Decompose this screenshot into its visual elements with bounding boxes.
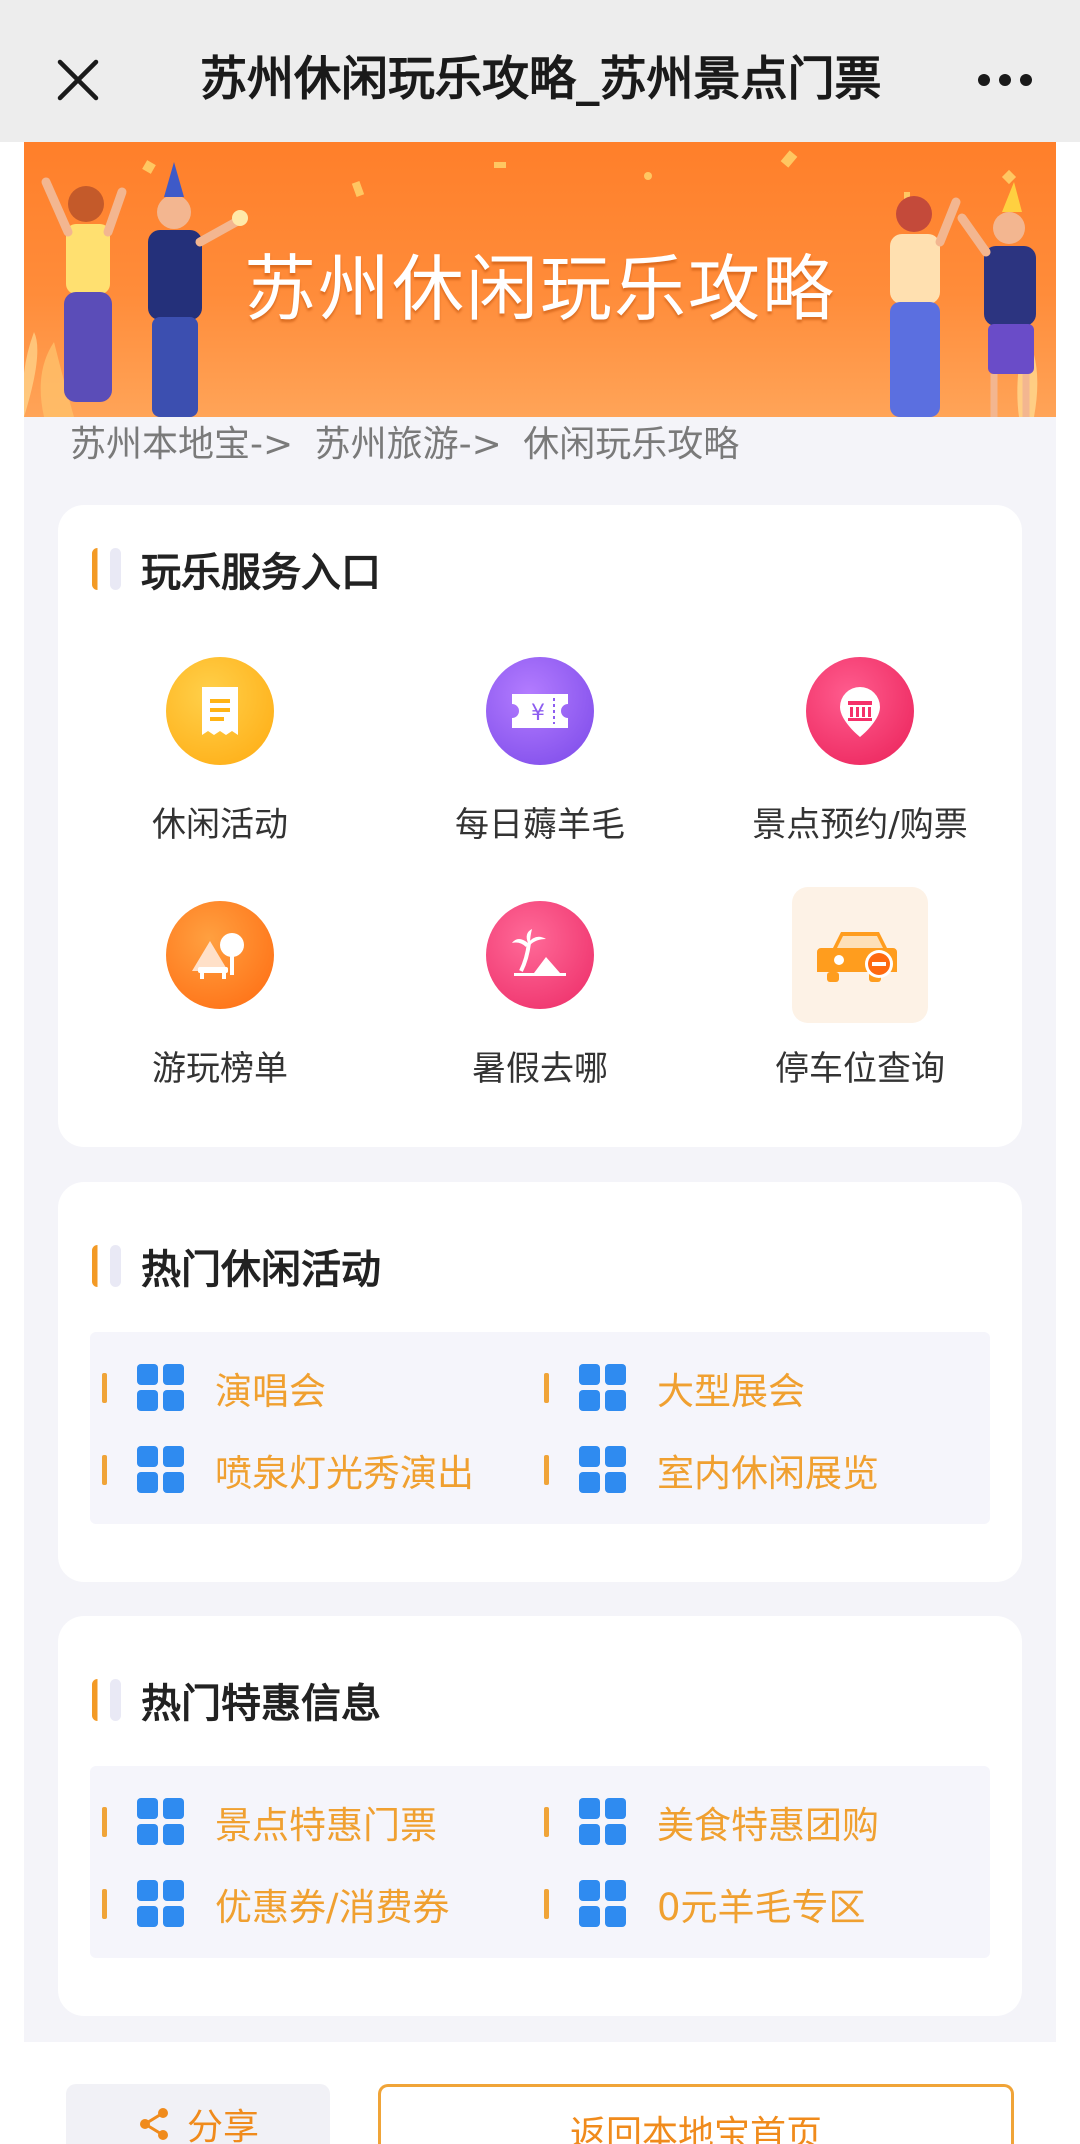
link-label: 室内休闲展览: [657, 1452, 879, 1495]
hot-activities-header: 热门休闲活动: [92, 1238, 381, 1294]
service-label: 暑假去哪: [472, 1049, 608, 1089]
receipt-icon: [202, 687, 238, 735]
breadcrumb-item-local[interactable]: 苏州本地宝->: [70, 424, 293, 465]
service-label: 休闲活动: [152, 805, 288, 845]
service-scenic-booking[interactable]: 景点预约/购票: [700, 657, 1020, 867]
breadcrumb: 苏州本地宝-> 苏州旅游-> 休闲玩乐攻略: [70, 420, 739, 470]
link-coupons[interactable]: 优惠券/消费券: [102, 1874, 449, 1934]
hot-activities-card: 热门休闲活动 演唱会 大型展会 喷泉灯光秀演出 室内休闲展览: [58, 1182, 1022, 1582]
link-indoor-exhibits[interactable]: 室内休闲展览: [544, 1440, 879, 1500]
services-title: 玩乐服务入口: [141, 550, 381, 596]
service-label: 每日薅羊毛: [455, 805, 625, 845]
link-fountain-show[interactable]: 喷泉灯光秀演出: [102, 1440, 474, 1500]
service-label: 景点预约/购票: [752, 805, 968, 845]
hot-deals-card: 热门特惠信息 景点特惠门票 美食特惠团购 优惠券/消费券 0元羊毛专区: [58, 1616, 1022, 2016]
close-icon: [57, 59, 99, 101]
link-label: 美食特惠团购: [657, 1804, 879, 1847]
car-icon: [817, 932, 897, 982]
svg-text:¥: ¥: [531, 701, 545, 726]
link-label: 演唱会: [215, 1370, 326, 1413]
hot-deals-header: 热门特惠信息: [92, 1672, 381, 1728]
link-label: 优惠券/消费券: [215, 1886, 450, 1929]
service-rankings[interactable]: 游玩榜单: [60, 901, 380, 1111]
service-summer-trips[interactable]: 暑假去哪: [380, 901, 700, 1111]
page-title: 苏州休闲玩乐攻略_苏州景点门票: [200, 52, 880, 107]
link-label: 景点特惠门票: [215, 1804, 437, 1847]
hot-deals-links: 景点特惠门票 美食特惠团购 优惠券/消费券 0元羊毛专区: [90, 1766, 990, 1958]
link-food-deals[interactable]: 美食特惠团购: [544, 1792, 879, 1852]
palm-beach-icon: [512, 929, 566, 976]
hero-banner: 苏州休闲玩乐攻略: [24, 142, 1056, 417]
landmark-pin-icon: [840, 687, 880, 737]
section-marker: [92, 548, 121, 590]
link-free-zone[interactable]: 0元羊毛专区: [544, 1874, 866, 1934]
top-nav-bar: 苏州休闲玩乐攻略_苏州景点门票: [0, 0, 1080, 142]
link-label: 喷泉灯光秀演出: [215, 1452, 474, 1495]
park-icon: [192, 933, 244, 979]
grid-icon: [579, 1798, 626, 1845]
hot-activities-title: 热门休闲活动: [141, 1247, 381, 1293]
services-card-header: 玩乐服务入口: [92, 541, 381, 597]
more-button[interactable]: [970, 50, 1040, 110]
link-scenic-tickets[interactable]: 景点特惠门票: [102, 1792, 437, 1852]
section-marker: [92, 1245, 121, 1287]
service-daily-deals[interactable]: ¥ 每日薅羊毛: [380, 657, 700, 867]
share-button[interactable]: 分享: [66, 2084, 330, 2144]
breadcrumb-item-travel[interactable]: 苏州旅游->: [315, 424, 502, 465]
share-icon: [139, 2108, 168, 2140]
hot-activities-links: 演唱会 大型展会 喷泉灯光秀演出 室内休闲展览: [90, 1332, 990, 1524]
grid-icon: [137, 1880, 184, 1927]
banner-title: 苏州休闲玩乐攻略: [243, 247, 836, 331]
home-label: 返回本地宝首页: [569, 2114, 822, 2144]
services-card: 玩乐服务入口 休闲活动 ¥ 每日薅羊毛 景点预约/购票 游玩榜单 暑假去哪 停车…: [58, 505, 1022, 1147]
service-parking-lookup[interactable]: 停车位查询: [700, 887, 1020, 1111]
breadcrumb-item-current: 休闲玩乐攻略: [523, 424, 740, 465]
link-label: 大型展会: [657, 1370, 805, 1413]
grid-icon: [579, 1446, 626, 1493]
service-leisure-activities[interactable]: 休闲活动: [60, 657, 380, 867]
link-exhibitions[interactable]: 大型展会: [544, 1358, 805, 1418]
share-label: 分享: [186, 2107, 259, 2144]
close-button[interactable]: [48, 50, 108, 110]
service-label: 停车位查询: [775, 1049, 945, 1089]
link-concerts[interactable]: 演唱会: [102, 1358, 326, 1418]
grid-icon: [579, 1880, 626, 1927]
hot-deals-title: 热门特惠信息: [141, 1681, 381, 1727]
section-marker: [92, 1679, 121, 1721]
grid-icon: [137, 1446, 184, 1493]
grid-icon: [579, 1364, 626, 1411]
ticket-icon: ¥: [512, 694, 568, 728]
link-label: 0元羊毛专区: [657, 1886, 866, 1929]
grid-icon: [137, 1364, 184, 1411]
grid-icon: [137, 1798, 184, 1845]
service-label: 游玩榜单: [152, 1049, 288, 1089]
more-icon: [978, 74, 1032, 86]
back-to-home-button[interactable]: 返回本地宝首页: [378, 2084, 1014, 2144]
